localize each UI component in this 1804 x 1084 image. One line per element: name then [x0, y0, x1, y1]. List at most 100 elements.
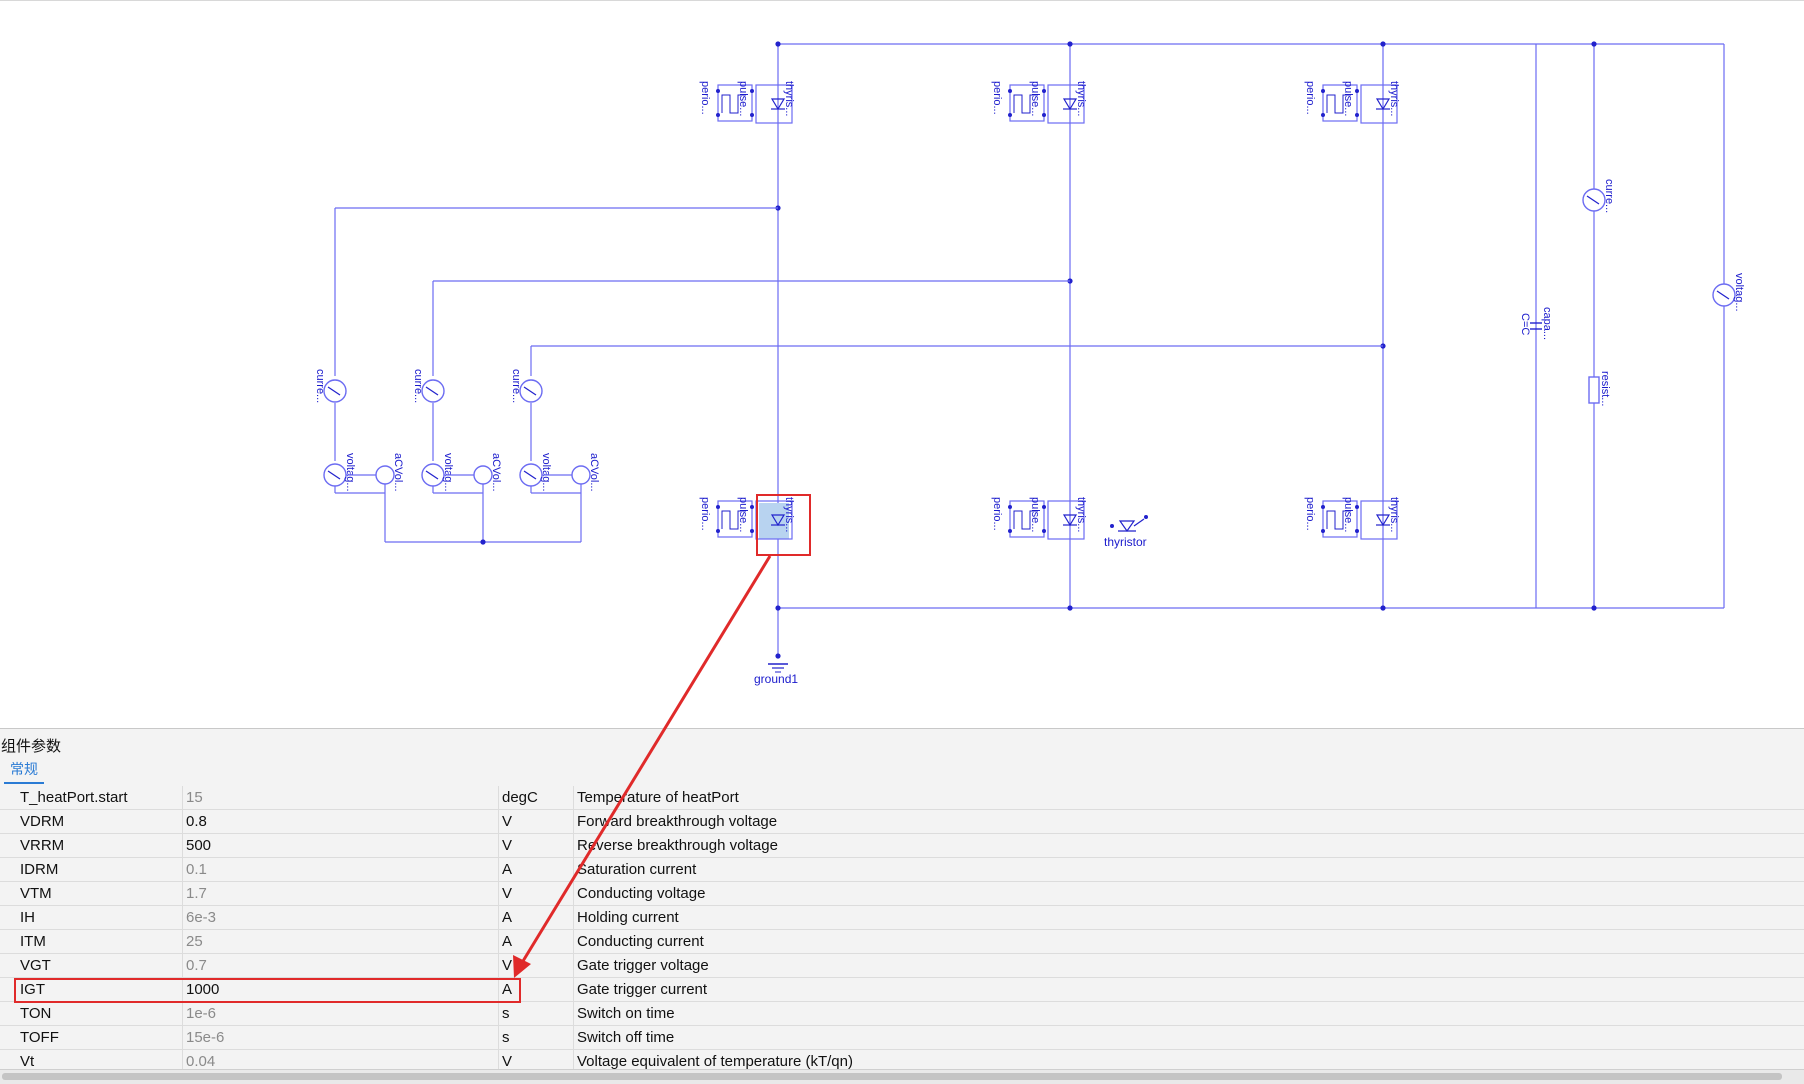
tab-general[interactable]: 常规 [4, 759, 44, 784]
ac-source-label: aCVol... [490, 453, 502, 492]
param-name: VRRM [0, 834, 183, 858]
current-sensor-label: curre... [412, 369, 424, 403]
circuit-diagram[interactable]: curre... voltag... aCVol... curre... voltag.… [0, 1, 1804, 729]
port-dot [1042, 505, 1046, 509]
current-sensor-label: curre... [510, 369, 522, 403]
param-unit: s [499, 1002, 574, 1026]
param-value[interactable]: 1.7 [183, 882, 499, 906]
port-dot [1321, 505, 1325, 509]
junction-dot [775, 605, 780, 610]
thyristor-label: thyris... [1388, 497, 1400, 532]
param-value[interactable]: 1000 [183, 978, 499, 1002]
param-value[interactable]: 0.7 [183, 954, 499, 978]
param-row-vtm[interactable]: VTM1.7VConducting voltage [0, 882, 1804, 906]
capacitor-param: C=C [1519, 313, 1531, 335]
capacitor-label: capa... [1541, 307, 1553, 340]
param-unit: V [499, 834, 574, 858]
param-row-t-heatport-start[interactable]: T_heatPort.start15degCTemperature of hea… [0, 786, 1804, 810]
param-name: T_heatPort.start [0, 786, 183, 810]
param-unit: degC [499, 786, 574, 810]
port-dot [1008, 89, 1012, 93]
ac-source-label: aCVol... [392, 453, 404, 492]
param-row-itm[interactable]: ITM25AConducting current [0, 930, 1804, 954]
param-desc: Forward breakthrough voltage [574, 810, 1804, 834]
period-label: perio... [991, 81, 1003, 115]
param-name: ITM [0, 930, 183, 954]
component-parameters-panel: 组件参数 常规 T_heatPort.start15degCTemperatur… [0, 728, 1804, 1083]
thyristor-label: thyris... [783, 497, 795, 532]
param-value[interactable]: 6e-3 [183, 906, 499, 930]
ac-source-label: aCVol... [588, 453, 600, 492]
period-label: perio... [699, 497, 711, 531]
unplaced-thyristor-gate [1134, 519, 1144, 526]
junction-dot [775, 653, 780, 658]
junction-dot [1591, 41, 1596, 46]
param-row-vrrm[interactable]: VRRM500VReverse breakthrough voltage [0, 834, 1804, 858]
port-dot [1110, 524, 1114, 528]
port-dot [750, 113, 754, 117]
param-unit: s [499, 1026, 574, 1050]
param-desc: Saturation current [574, 858, 1804, 882]
param-name: VGT [0, 954, 183, 978]
pulse-label: pulse... [737, 81, 749, 116]
current-sensor-label: curre... [314, 369, 326, 403]
thyristor-label: thyris... [783, 81, 795, 116]
voltage-sensor-label: voltag... [540, 453, 552, 492]
parameter-table: T_heatPort.start15degCTemperature of hea… [0, 786, 1804, 1074]
junction-dot [1380, 605, 1385, 610]
param-unit: A [499, 906, 574, 930]
param-unit: A [499, 930, 574, 954]
param-value[interactable]: 25 [183, 930, 499, 954]
param-name: IDRM [0, 858, 183, 882]
period-label: perio... [1304, 497, 1316, 531]
output-current-sensor-label: curre... [1603, 179, 1615, 213]
param-row-ih[interactable]: IH6e-3AHolding current [0, 906, 1804, 930]
param-row-vdrm[interactable]: VDRM0.8VForward breakthrough voltage [0, 810, 1804, 834]
port-dot [1144, 515, 1148, 519]
port-dot [1321, 529, 1325, 533]
param-row-ton[interactable]: TON1e-6sSwitch on time [0, 1002, 1804, 1026]
port-dot [716, 505, 720, 509]
voltage-sensor-label: voltag... [344, 453, 356, 492]
pulse-label: pulse... [1342, 81, 1354, 116]
param-unit: A [499, 978, 574, 1002]
param-name: TON [0, 1002, 183, 1026]
param-value[interactable]: 1e-6 [183, 1002, 499, 1026]
period-label: perio... [1304, 81, 1316, 115]
port-dot [750, 529, 754, 533]
param-desc: Reverse breakthrough voltage [574, 834, 1804, 858]
diagram-canvas[interactable]: curre... voltag... aCVol... curre... voltag.… [0, 0, 1804, 729]
ac-source-icon [572, 466, 590, 484]
param-value[interactable]: 0.1 [183, 858, 499, 882]
port-dot [1321, 89, 1325, 93]
pulse-label: pulse... [1029, 81, 1041, 116]
param-row-igt[interactable]: IGT1000AGate trigger current [0, 978, 1804, 1002]
pulse-label: pulse... [1029, 497, 1041, 532]
param-row-toff[interactable]: TOFF15e-6sSwitch off time [0, 1026, 1804, 1050]
ac-source-icon [474, 466, 492, 484]
output-voltage-sensor-label: voltag... [1733, 273, 1745, 312]
param-row-idrm[interactable]: IDRM0.1ASaturation current [0, 858, 1804, 882]
port-dot [1008, 529, 1012, 533]
junction-dot [480, 539, 485, 544]
param-value[interactable]: 15 [183, 786, 499, 810]
period-label: perio... [699, 81, 711, 115]
param-desc: Temperature of heatPort [574, 786, 1804, 810]
port-dot [1042, 113, 1046, 117]
port-dot [1355, 113, 1359, 117]
param-desc: Switch on time [574, 1002, 1804, 1026]
thyristor-label: thyris... [1075, 81, 1087, 116]
param-unit: V [499, 954, 574, 978]
param-desc: Gate trigger current [574, 978, 1804, 1002]
param-unit: V [499, 810, 574, 834]
junction-dot [1591, 605, 1596, 610]
junction-dot [775, 41, 780, 46]
param-row-vgt[interactable]: VGT0.7VGate trigger voltage [0, 954, 1804, 978]
ac-source-icon [376, 466, 394, 484]
param-value[interactable]: 15e-6 [183, 1026, 499, 1050]
junction-dot [1067, 41, 1072, 46]
scrollbar-thumb[interactable] [2, 1073, 1782, 1080]
resistor-icon [1589, 377, 1599, 403]
param-value[interactable]: 0.8 [183, 810, 499, 834]
param-value[interactable]: 500 [183, 834, 499, 858]
